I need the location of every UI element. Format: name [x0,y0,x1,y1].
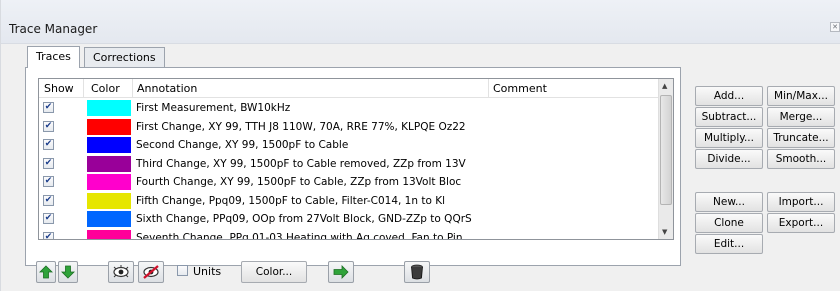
color-button[interactable]: Color... [241,261,307,283]
eye-icon [113,265,129,278]
table-row[interactable]: ✔ Sixth Change, PPq09, OOp from 27Volt Bl… [39,210,659,228]
show-checkbox[interactable]: ✔ [43,157,54,169]
table-row[interactable]: ✔ Fifth Change, Ppq09, 1500pF to Cable, F… [39,192,659,210]
column-annotation[interactable]: Annotation [137,82,197,95]
scroll-down-icon[interactable]: ▼ [662,228,667,236]
units-checkbox[interactable] [177,265,188,276]
export-button[interactable]: Export... [767,213,835,233]
add-button[interactable]: Add... [695,86,763,106]
show-checkbox[interactable]: ✔ [43,213,54,224]
column-divider[interactable] [132,79,133,98]
trace-manager-window: Trace Manager ✕ Traces Corrections Show … [0,0,840,291]
color-swatch[interactable] [87,174,131,190]
color-swatch[interactable] [87,211,131,227]
color-swatch[interactable] [87,118,131,135]
minmax-button[interactable]: Min/Max... [767,86,835,106]
column-divider[interactable] [488,79,489,98]
show-checkbox[interactable]: ✔ [43,120,54,132]
tab-corrections[interactable]: Corrections [84,47,165,67]
eye-crossed-icon [143,265,159,279]
vertical-scrollbar[interactable]: ▲ ▼ [658,79,673,239]
color-swatch[interactable] [87,192,131,209]
move-down-button[interactable] [58,261,78,283]
trash-icon [411,264,423,280]
column-divider[interactable] [83,79,84,98]
column-color[interactable]: Color [91,82,120,95]
units-label: Units [193,265,222,278]
merge-button[interactable]: Merge... [767,107,835,127]
divide-button[interactable]: Divide... [695,149,763,169]
table-row[interactable]: ✔ Seventh Change, PPq 01-03 Heating with … [39,229,659,240]
annotation-cell[interactable]: First Measurement, BW10kHz [136,102,290,114]
tab-traces[interactable]: Traces [27,46,80,68]
annotation-cell[interactable]: Fourth Change, XY 99, 1500pF to Cable, Z… [136,176,461,188]
color-swatch[interactable] [87,100,131,116]
close-icon[interactable]: ✕ [830,22,840,32]
color-swatch[interactable] [87,137,131,153]
trace-list[interactable]: Show Color Annotation Comment ✔ First Mea… [38,78,674,240]
arrow-up-icon [39,265,53,279]
apply-button[interactable] [328,261,354,283]
show-checkbox[interactable]: ✔ [43,231,54,239]
show-all-button[interactable] [108,261,134,283]
color-swatch[interactable] [87,229,131,239]
annotation-cell[interactable]: Seventh Change, PPq 01-03 Heating with A… [136,232,463,240]
annotation-cell[interactable]: Sixth Change, PPq09, OOp from 27Volt Blo… [136,213,472,225]
table-row[interactable]: ✔ First Change, XY 99, TTH J8 110W, 70A, … [39,118,659,136]
list-header: Show Color Annotation Comment [39,79,659,98]
clone-button[interactable]: Clone [695,213,763,233]
hide-all-button[interactable] [138,261,164,283]
table-row[interactable]: ✔ Second Change, XY 99, 1500pF to Cable [39,136,659,154]
show-checkbox[interactable]: ✔ [43,194,54,206]
truncate-button[interactable]: Truncate... [767,128,835,148]
title-bar: Trace Manager ✕ [1,0,840,44]
window-title: Trace Manager [9,22,98,36]
table-row[interactable]: ✔ First Measurement, BW10kHz [39,99,659,117]
move-up-button[interactable] [36,261,56,283]
subtract-button[interactable]: Subtract... [695,107,763,127]
show-checkbox[interactable]: ✔ [43,139,54,150]
scrollbar-thumb[interactable] [660,95,672,205]
annotation-cell[interactable]: Third Change, XY 99, 1500pF to Cable rem… [136,158,466,170]
annotation-cell[interactable]: First Change, XY 99, TTH J8 110W, 70A, R… [136,121,466,133]
smooth-button[interactable]: Smooth... [767,149,835,169]
annotation-cell[interactable]: Second Change, XY 99, 1500pF to Cable [136,139,348,151]
arrow-down-icon [61,265,75,279]
scroll-up-icon[interactable]: ▲ [662,82,667,90]
delete-button[interactable] [404,261,430,283]
show-checkbox[interactable]: ✔ [43,176,54,187]
column-show[interactable]: Show [44,82,74,95]
table-row[interactable]: ✔ Fourth Change, XY 99, 1500pF to Cable, … [39,173,659,191]
show-checkbox[interactable]: ✔ [43,102,54,113]
new-button[interactable]: New... [695,192,763,212]
column-comment[interactable]: Comment [493,82,547,95]
edit-button[interactable]: Edit... [695,234,763,254]
arrow-right-icon [333,265,349,279]
annotation-cell[interactable]: Fifth Change, Ppq09, 1500pF to Cable, Fi… [136,195,445,207]
import-button[interactable]: Import... [767,192,835,212]
color-swatch[interactable] [87,155,131,172]
table-row[interactable]: ✔ Third Change, XY 99, 1500pF to Cable re… [39,155,659,173]
multiply-button[interactable]: Multiply... [695,128,763,148]
